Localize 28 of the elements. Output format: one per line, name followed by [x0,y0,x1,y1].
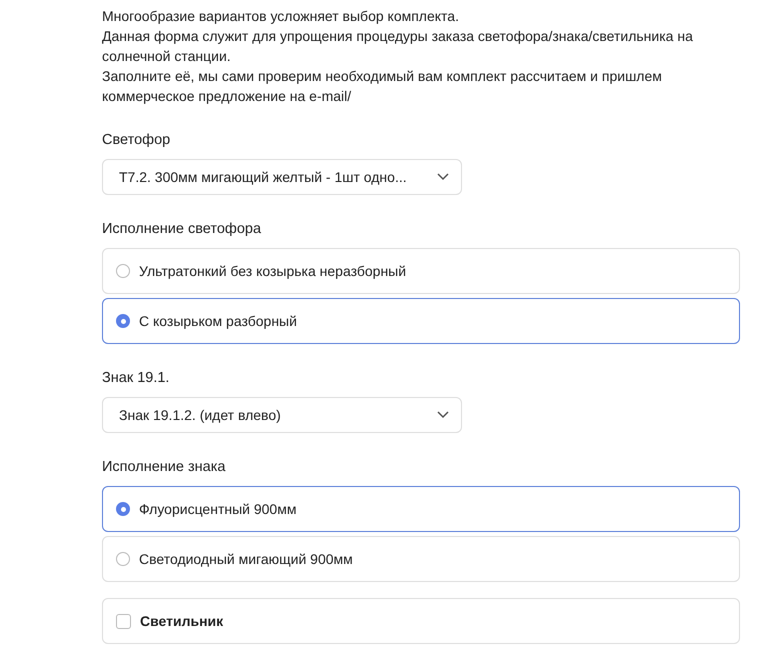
radio-option[interactable]: Ультратонкий без козырька неразборный [102,248,740,294]
checkbox[interactable] [116,614,131,628]
checkbox-option[interactable]: Светильник [102,598,740,644]
option-label: С козырьком разборный [139,313,297,329]
radio-option[interactable]: Светодиодный мигающий 900мм [102,536,740,582]
chevron-down-icon [437,173,449,181]
field-label: Знак 19.1. [102,369,170,388]
radio-option[interactable]: Флуорисцентный 900мм [102,486,740,532]
field-label: Исполнение светофора [102,220,262,239]
option-label: Флуорисцентный 900мм [139,501,296,517]
select-value: Знак 19.1.2. (идет влево) [119,407,281,423]
dropdown-select[interactable]: Знак 19.1.2. (идет влево) [102,397,462,433]
dropdown-select[interactable]: Т7.2. 300мм мигающий желтый - 1шт одно... [102,159,462,195]
intro-text: Данная форма служит для упрощения процедуры заказа светофора/знака/светильника на солнечной станции. [102,27,694,66]
select-value: Т7.2. 300мм мигающий желтый - 1шт одно... [119,169,407,185]
field-label: Светофор [102,131,172,150]
option-label: Ультратонкий без козырька неразборный [139,263,406,279]
chevron-down-icon [437,411,449,419]
radio-option[interactable]: С козырьком разборный [102,298,740,344]
radio-button[interactable] [116,552,130,566]
intro-text: Многообразие вариантов усложняет выбор комплекта. [102,7,460,26]
radio-button[interactable] [116,264,130,278]
radio-button[interactable] [116,314,130,328]
intro-text: Заполните её, мы сами проверим необходимый вам комплект рассчитаем и пришлем коммерческое предложение на e-mail/ [102,67,663,106]
option-label: Светодиодный мигающий 900мм [139,551,353,567]
field-label: Исполнение знака [102,458,226,477]
radio-button[interactable] [116,502,130,516]
option-label: Светильник [140,613,224,629]
